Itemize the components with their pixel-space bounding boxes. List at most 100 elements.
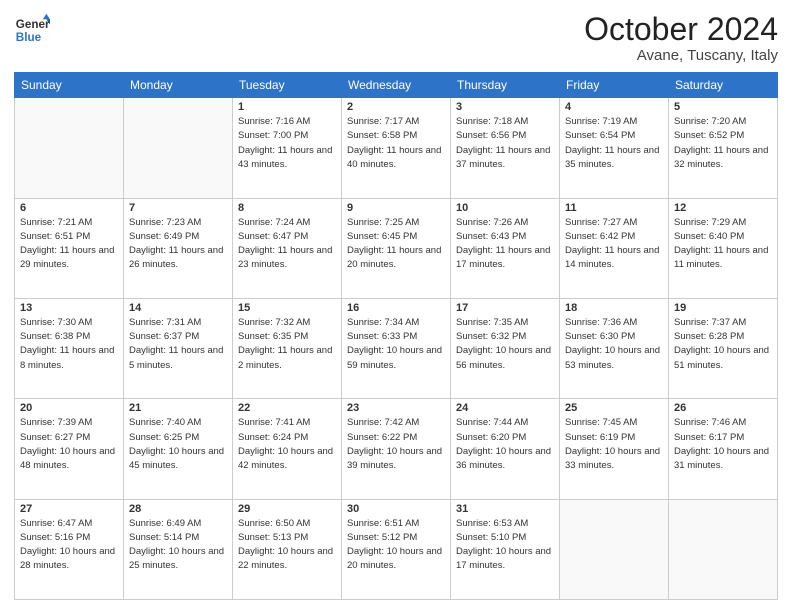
day-number: 22 <box>238 402 336 414</box>
day-number: 18 <box>565 302 663 314</box>
calendar-cell: 25 Sunrise: 7:45 AMSunset: 6:19 PMDayligh… <box>560 399 669 499</box>
header: General Blue October 2024 Avane, Tuscany… <box>14 12 778 64</box>
calendar-cell: 31 Sunrise: 6:53 AMSunset: 5:10 PMDayligh… <box>451 499 560 599</box>
month-title: October 2024 <box>584 12 778 47</box>
day-number: 25 <box>565 402 663 414</box>
day-info: Sunrise: 7:19 AMSunset: 6:54 PMDaylight:… <box>565 115 663 172</box>
day-info: Sunrise: 6:50 AMSunset: 5:13 PMDaylight:… <box>238 517 336 574</box>
calendar-cell: 30 Sunrise: 6:51 AMSunset: 5:12 PMDayligh… <box>342 499 451 599</box>
calendar-cell <box>124 98 233 198</box>
day-number: 28 <box>129 503 227 515</box>
day-info: Sunrise: 7:25 AMSunset: 6:45 PMDaylight:… <box>347 216 445 273</box>
week-row-5: 27Sunrise: 6:47 AMSunset: 5:16 PMDayligh… <box>15 499 778 599</box>
day-info: Sunrise: 7:18 AMSunset: 6:56 PMDaylight:… <box>456 115 554 172</box>
calendar-table: Sunday Monday Tuesday Wednesday Thursday… <box>14 72 778 600</box>
day-info: Sunrise: 7:36 AMSunset: 6:30 PMDaylight:… <box>565 316 663 373</box>
header-sunday: Sunday <box>15 73 124 98</box>
week-row-4: 20 Sunrise: 7:39 AMSunset: 6:27 PMDayligh… <box>15 399 778 499</box>
week-row-3: 13 Sunrise: 7:30 AMSunset: 6:38 PMDayligh… <box>15 298 778 398</box>
calendar-cell: 10 Sunrise: 7:26 AMSunset: 6:43 PMDayligh… <box>451 198 560 298</box>
calendar-cell: 2Sunrise: 7:17 AMSunset: 6:58 PMDaylight… <box>342 98 451 198</box>
day-info: Sunrise: 7:24 AMSunset: 6:47 PMDaylight:… <box>238 216 336 273</box>
day-number: 13 <box>20 302 118 314</box>
day-number: 30 <box>347 503 445 515</box>
day-info: Sunrise: 7:30 AMSunset: 6:38 PMDaylight:… <box>20 316 118 373</box>
day-info: Sunrise: 6:49 AMSunset: 5:14 PMDaylight:… <box>129 517 227 574</box>
calendar-cell: 8 Sunrise: 7:24 AMSunset: 6:47 PMDaylight… <box>233 198 342 298</box>
day-number: 9 <box>347 202 445 214</box>
day-info: Sunrise: 7:26 AMSunset: 6:43 PMDaylight:… <box>456 216 554 273</box>
calendar-cell: 21 Sunrise: 7:40 AMSunset: 6:25 PMDayligh… <box>124 399 233 499</box>
calendar-cell: 9 Sunrise: 7:25 AMSunset: 6:45 PMDaylight… <box>342 198 451 298</box>
week-row-1: 1 Sunrise: 7:16 AMSunset: 7:00 PMDaylight… <box>15 98 778 198</box>
day-number: 29 <box>238 503 336 515</box>
day-info: Sunrise: 7:20 AMSunset: 6:52 PMDaylight:… <box>674 115 772 172</box>
calendar-cell: 26 Sunrise: 7:46 AMSunset: 6:17 PMDayligh… <box>669 399 778 499</box>
day-number: 20 <box>20 402 118 414</box>
day-info: Sunrise: 7:35 AMSunset: 6:32 PMDaylight:… <box>456 316 554 373</box>
day-number: 7 <box>129 202 227 214</box>
svg-text:Blue: Blue <box>16 31 42 44</box>
calendar-cell: 7 Sunrise: 7:23 AMSunset: 6:49 PMDaylight… <box>124 198 233 298</box>
calendar-cell: 3 Sunrise: 7:18 AMSunset: 6:56 PMDaylight… <box>451 98 560 198</box>
calendar-cell: 6 Sunrise: 7:21 AMSunset: 6:51 PMDaylight… <box>15 198 124 298</box>
header-wednesday: Wednesday <box>342 73 451 98</box>
day-info: Sunrise: 7:44 AMSunset: 6:20 PMDaylight:… <box>456 416 554 473</box>
header-monday: Monday <box>124 73 233 98</box>
calendar-cell: 22Sunrise: 7:41 AMSunset: 6:24 PMDayligh… <box>233 399 342 499</box>
day-number: 21 <box>129 402 227 414</box>
day-number: 10 <box>456 202 554 214</box>
header-thursday: Thursday <box>451 73 560 98</box>
day-number: 1 <box>238 101 336 113</box>
calendar-cell: 15Sunrise: 7:32 AMSunset: 6:35 PMDayligh… <box>233 298 342 398</box>
weekday-header-row: Sunday Monday Tuesday Wednesday Thursday… <box>15 73 778 98</box>
calendar-cell: 20 Sunrise: 7:39 AMSunset: 6:27 PMDayligh… <box>15 399 124 499</box>
day-info: Sunrise: 7:40 AMSunset: 6:25 PMDaylight:… <box>129 416 227 473</box>
day-number: 5 <box>674 101 772 113</box>
calendar-cell <box>669 499 778 599</box>
header-tuesday: Tuesday <box>233 73 342 98</box>
header-saturday: Saturday <box>669 73 778 98</box>
logo-icon: General Blue <box>14 12 50 48</box>
day-info: Sunrise: 7:23 AMSunset: 6:49 PMDaylight:… <box>129 216 227 273</box>
day-info: Sunrise: 7:16 AMSunset: 7:00 PMDaylight:… <box>238 115 336 172</box>
day-number: 15 <box>238 302 336 314</box>
calendar-cell: 27Sunrise: 6:47 AMSunset: 5:16 PMDayligh… <box>15 499 124 599</box>
day-number: 17 <box>456 302 554 314</box>
title-area: October 2024 Avane, Tuscany, Italy <box>584 12 778 64</box>
day-info: Sunrise: 7:34 AMSunset: 6:33 PMDaylight:… <box>347 316 445 373</box>
svg-text:General: General <box>16 18 50 31</box>
week-row-2: 6 Sunrise: 7:21 AMSunset: 6:51 PMDaylight… <box>15 198 778 298</box>
day-number: 31 <box>456 503 554 515</box>
day-info: Sunrise: 7:42 AMSunset: 6:22 PMDaylight:… <box>347 416 445 473</box>
calendar-cell <box>15 98 124 198</box>
day-info: Sunrise: 6:47 AMSunset: 5:16 PMDaylight:… <box>20 517 118 574</box>
day-number: 26 <box>674 402 772 414</box>
day-number: 8 <box>238 202 336 214</box>
calendar-cell: 24 Sunrise: 7:44 AMSunset: 6:20 PMDayligh… <box>451 399 560 499</box>
header-friday: Friday <box>560 73 669 98</box>
day-number: 11 <box>565 202 663 214</box>
calendar-cell: 1 Sunrise: 7:16 AMSunset: 7:00 PMDaylight… <box>233 98 342 198</box>
day-number: 3 <box>456 101 554 113</box>
day-number: 24 <box>456 402 554 414</box>
calendar-cell: 28 Sunrise: 6:49 AMSunset: 5:14 PMDayligh… <box>124 499 233 599</box>
day-info: Sunrise: 7:39 AMSunset: 6:27 PMDaylight:… <box>20 416 118 473</box>
day-info: Sunrise: 7:17 AMSunset: 6:58 PMDaylight:… <box>347 115 445 172</box>
day-number: 6 <box>20 202 118 214</box>
day-info: Sunrise: 7:21 AMSunset: 6:51 PMDaylight:… <box>20 216 118 273</box>
location: Avane, Tuscany, Italy <box>584 47 778 64</box>
day-info: Sunrise: 7:46 AMSunset: 6:17 PMDaylight:… <box>674 416 772 473</box>
day-info: Sunrise: 7:37 AMSunset: 6:28 PMDaylight:… <box>674 316 772 373</box>
day-number: 14 <box>129 302 227 314</box>
day-info: Sunrise: 6:51 AMSunset: 5:12 PMDaylight:… <box>347 517 445 574</box>
calendar-cell: 17 Sunrise: 7:35 AMSunset: 6:32 PMDayligh… <box>451 298 560 398</box>
day-number: 4 <box>565 101 663 113</box>
day-number: 16 <box>347 302 445 314</box>
day-info: Sunrise: 6:53 AMSunset: 5:10 PMDaylight:… <box>456 517 554 574</box>
page: General Blue October 2024 Avane, Tuscany… <box>0 0 792 612</box>
calendar-cell: 4 Sunrise: 7:19 AMSunset: 6:54 PMDaylight… <box>560 98 669 198</box>
day-info: Sunrise: 7:45 AMSunset: 6:19 PMDaylight:… <box>565 416 663 473</box>
calendar-cell <box>560 499 669 599</box>
calendar-cell: 13 Sunrise: 7:30 AMSunset: 6:38 PMDayligh… <box>15 298 124 398</box>
